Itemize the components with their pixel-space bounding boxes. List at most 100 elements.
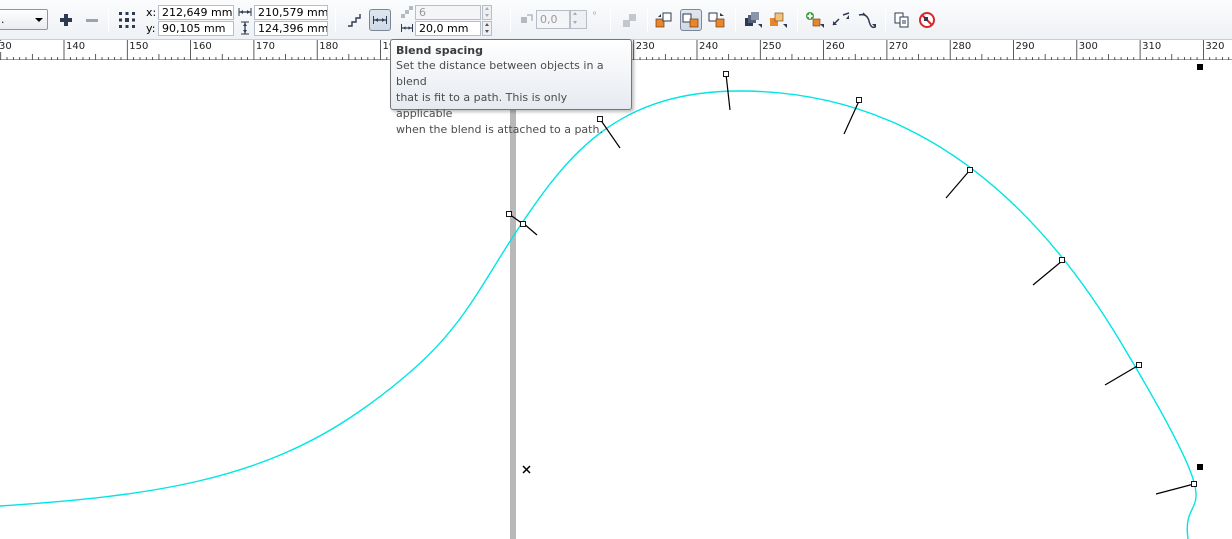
selection-handle-bottom-right[interactable] [1197,464,1203,470]
y-position-label: y: [146,22,156,35]
tooltip-line: Set the distance between objects in a bl… [396,59,604,88]
spacing-value-icon [401,24,413,32]
more-blend-options-button[interactable] [804,9,826,31]
ruler-label: 180 [319,41,339,52]
node-handle[interactable] [1059,257,1065,263]
loop-blend-button[interactable] [619,9,641,31]
tooltip-title: Blend spacing [396,44,483,57]
toolbar-separator [797,8,798,32]
height-field[interactable]: 124,396 mm [254,21,328,36]
plus-icon [60,14,72,26]
blend-spacing-spinner[interactable] [482,21,492,36]
ruler-label: 240 [699,41,719,52]
blend-object[interactable] [1155,483,1195,495]
ruler-label: 250 [762,41,782,52]
blend-spacing-tooltip: Blend spacing Set the distance between o… [390,39,632,136]
node-handle[interactable] [856,97,862,103]
minus-icon [86,19,98,22]
more-blend-options-icon [806,12,824,28]
ruler-label: 150 [129,41,149,52]
tooltip-line: when the blend is attached to a path. [396,123,603,136]
toolbar-separator [510,8,511,32]
object-origin-button[interactable] [116,9,138,31]
blend-object[interactable] [1104,364,1140,386]
blend-spacing-button[interactable] [369,9,391,31]
x-position-label: x: [146,6,157,19]
color-acceleration-button[interactable] [767,9,789,31]
clear-blend-icon [919,12,935,28]
toolbar-separator [335,8,336,32]
toolbar-separator [108,8,109,32]
ruler-label: 160 [192,41,212,52]
y-position-field[interactable]: 90,105 mm [158,21,234,36]
counterclockwise-blend-icon [708,12,725,28]
path-properties-icon [858,12,876,29]
preset-list-dropdown[interactable]: . [0,9,48,30]
steps-count-icon [401,6,413,18]
ruler-label: 170 [255,41,275,52]
ruler-label: 140 [66,41,86,52]
blend-steps-icon [348,14,361,27]
clockwise-blend-button[interactable] [680,9,702,31]
toolbar-separator [735,8,736,32]
chevron-down-icon [35,18,43,22]
remove-preset-button[interactable] [81,9,103,31]
copy-blend-properties-button[interactable] [891,9,913,31]
x-position-field[interactable]: 212,649 mm [158,5,234,20]
ruler-label: 310 [1142,41,1162,52]
ruler-label: 320 [1205,41,1225,52]
ruler-label: 270 [888,41,908,52]
selection-handle-top-right[interactable] [1197,64,1203,70]
blend-direction-icon [521,14,533,23]
blend-spacing-field[interactable]: 20,0 mm [415,21,481,36]
object-acceleration-icon [745,12,762,28]
direct-blend-button[interactable] [653,9,675,31]
blend-spacing-icon [373,16,387,24]
blend-object[interactable] [725,73,731,111]
clear-blend-button[interactable] [916,9,938,31]
clockwise-blend-icon [682,13,699,28]
node-handle[interactable] [520,221,526,227]
ruler-label: 30 [0,41,12,52]
start-end-properties-button[interactable] [830,9,852,31]
copy-blend-properties-icon [894,12,909,28]
node-handle[interactable] [1136,362,1142,368]
blend-direction-spinner[interactable] [570,10,587,29]
center-x-marker[interactable] [522,465,531,474]
blend-steps-button[interactable] [343,9,365,31]
blend-path-curve[interactable] [0,90,1197,539]
add-preset-button[interactable] [55,9,77,31]
node-handle[interactable] [723,71,729,77]
tooltip-line: that is fit to a path. This is only appl… [396,91,568,120]
object-acceleration-button[interactable] [742,9,764,31]
node-handle[interactable] [506,211,512,217]
path-properties-button[interactable] [856,9,878,31]
degree-symbol: ° [592,11,597,22]
ruler-label: 280 [952,41,972,52]
counterclockwise-blend-button[interactable] [706,9,728,31]
toolbar-separator [647,8,648,32]
width-field[interactable]: 210,579 mm [254,5,328,20]
blend-object[interactable] [945,169,971,199]
start-end-properties-icon [832,12,850,26]
blend-direction-field[interactable]: 0,0 [536,10,570,29]
object-origin-icon [119,12,135,28]
preset-list-value: . [1,13,5,26]
node-handle[interactable] [967,167,973,173]
ruler-label: 260 [825,41,845,52]
blend-steps-field[interactable]: 6 [415,5,481,20]
direct-blend-icon [655,12,672,28]
ruler-label: 230 [635,41,655,52]
width-icon [238,8,252,16]
toolbar-separator [610,8,611,32]
node-handle[interactable] [1191,481,1197,487]
height-icon [241,21,249,35]
property-bar: . x: 212,649 mm y: 90,105 mm 210,579 mm … [0,0,1232,40]
toolbar-separator [885,8,886,32]
blend-steps-spinner[interactable] [482,5,492,20]
color-acceleration-icon [770,12,787,28]
ruler-label: 300 [1078,41,1098,52]
ruler-label: 290 [1015,41,1035,52]
blend-object[interactable] [1032,260,1063,286]
loop-blend-icon [623,14,636,27]
